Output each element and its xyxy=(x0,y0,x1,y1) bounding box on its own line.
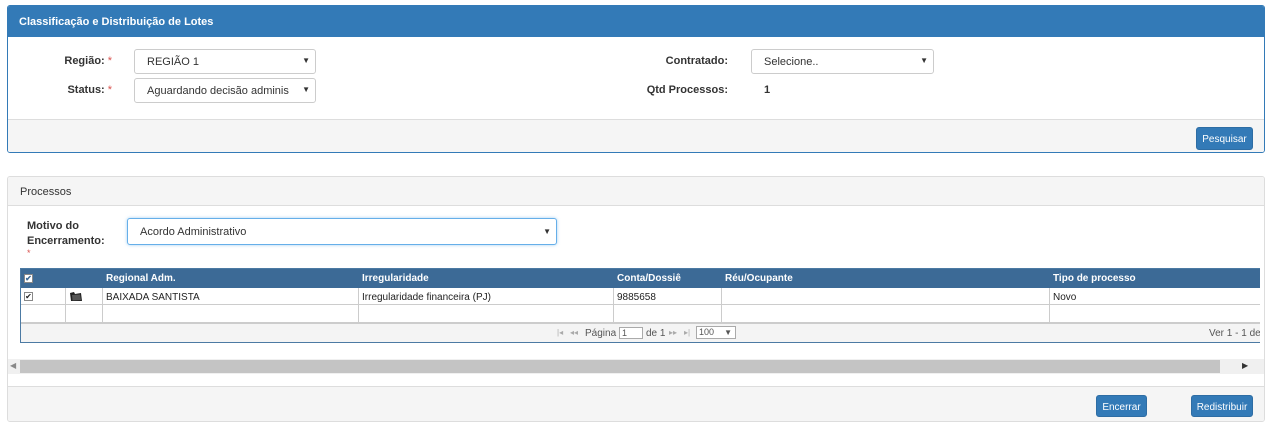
column-header-tipo[interactable]: Tipo de processo xyxy=(1050,269,1260,288)
pagina-label: Página xyxy=(585,328,617,339)
cell-tipo: Novo xyxy=(1050,288,1260,305)
scroll-left-icon[interactable]: ◀ xyxy=(10,361,16,370)
total-pages-label: de 1 xyxy=(646,328,666,339)
first-page-icon[interactable]: |◂ xyxy=(557,328,563,337)
chevron-down-icon: ▼ xyxy=(540,227,551,236)
regiao-select[interactable]: REGIÃO 1 ▼ xyxy=(134,49,316,74)
chevron-down-icon: ▼ xyxy=(724,328,732,337)
panel-footer: Pesquisar xyxy=(8,119,1264,152)
processos-footer: Encerrar Redistribuir xyxy=(8,386,1264,421)
empty-row xyxy=(21,305,1260,323)
regiao-label: Região: * xyxy=(64,55,112,67)
motivo-label: Motivo do Encerramento: * xyxy=(27,220,105,258)
grid-header: ✔ Regional Adm. Irregularidade Conta/Dos… xyxy=(21,269,1260,288)
encerrar-button[interactable]: Encerrar xyxy=(1096,395,1147,417)
cell-reu xyxy=(722,288,1050,305)
status-select[interactable]: Aguardando decisão adminis ▼ xyxy=(134,78,316,103)
row-checkbox[interactable]: ✔ xyxy=(21,288,66,305)
grid-pager: |◂ ◂◂ Página 1 de 1 ▸▸ ▸| 100 ▼ Ver 1 - 1… xyxy=(21,323,1260,342)
qtd-processos-value: 1 xyxy=(764,84,771,96)
classification-panel: Classificação e Distribuição de Lotes Re… xyxy=(7,5,1265,153)
contratado-select[interactable]: Selecione.. ▼ xyxy=(751,49,934,74)
cell-conta: 9885658 xyxy=(614,288,722,305)
records-info: Ver 1 - 1 de xyxy=(1209,328,1260,339)
column-header-regional[interactable]: Regional Adm. xyxy=(103,269,359,288)
last-page-icon[interactable]: ▸| xyxy=(684,328,690,337)
contratado-value: Selecione.. xyxy=(764,56,819,68)
folder-icon[interactable] xyxy=(66,288,103,305)
prev-page-icon[interactable]: ◂◂ xyxy=(570,328,578,337)
page-number-input[interactable]: 1 xyxy=(619,327,643,339)
processos-title: Processos xyxy=(8,177,1264,206)
column-header-irregularidade[interactable]: Irregularidade xyxy=(359,269,614,288)
qtd-processos-label: Qtd Processos: xyxy=(646,84,728,96)
contratado-label: Contratado: xyxy=(665,55,728,67)
rows-per-page-select[interactable]: 100 ▼ xyxy=(696,326,736,339)
scroll-right-icon[interactable]: ▶ xyxy=(1242,361,1248,370)
column-header-reu[interactable]: Réu/Ocupante xyxy=(722,269,1050,288)
filter-form: Região: * REGIÃO 1 ▼ Status: * Aguardando … xyxy=(8,37,1264,119)
table-row[interactable]: ✔ BAIXADA SANTISTA Irregularidade financ… xyxy=(21,288,1260,305)
scrollbar-thumb[interactable] xyxy=(20,360,1220,373)
next-page-icon[interactable]: ▸▸ xyxy=(669,328,677,337)
panel-title: Classificação e Distribuição de Lotes xyxy=(8,6,1264,37)
chevron-down-icon: ▼ xyxy=(299,56,310,65)
processos-panel: Processos Motivo do Encerramento: * Acor… xyxy=(7,176,1265,422)
cell-irregularidade: Irregularidade financeira (PJ) xyxy=(359,288,614,305)
chevron-down-icon: ▼ xyxy=(299,85,310,94)
horizontal-scrollbar[interactable]: ◀ ▶ xyxy=(8,359,1264,374)
motivo-value: Acordo Administrativo xyxy=(140,226,247,238)
pesquisar-button[interactable]: Pesquisar xyxy=(1196,127,1253,150)
column-header-conta[interactable]: Conta/Dossiê xyxy=(614,269,722,288)
status-value: Aguardando decisão adminis xyxy=(147,85,289,97)
processos-grid: ✔ Regional Adm. Irregularidade Conta/Dos… xyxy=(20,268,1260,343)
motivo-encerramento-select[interactable]: Acordo Administrativo ▼ xyxy=(127,218,557,245)
status-label: Status: * xyxy=(67,84,112,96)
regiao-value: REGIÃO 1 xyxy=(147,56,199,68)
cell-regional: BAIXADA SANTISTA xyxy=(103,288,359,305)
select-all-checkbox[interactable]: ✔ xyxy=(21,269,66,288)
redistribuir-button[interactable]: Redistribuir xyxy=(1191,395,1253,417)
chevron-down-icon: ▼ xyxy=(917,56,928,65)
